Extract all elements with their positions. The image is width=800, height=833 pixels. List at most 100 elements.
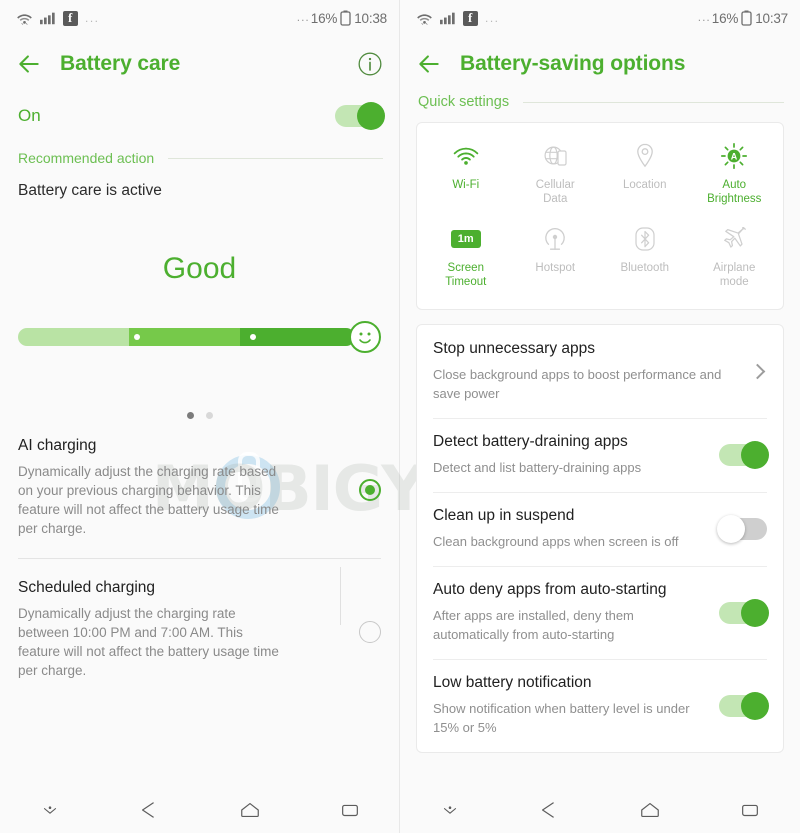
clock-label: 10:38 xyxy=(354,10,387,26)
quick-tile-cellular-data[interactable]: Cellular Data xyxy=(511,137,601,210)
toggle-thumb xyxy=(741,441,769,469)
battery-icon xyxy=(340,10,351,26)
navigation-bar-right xyxy=(400,787,800,833)
info-icon[interactable] xyxy=(357,51,383,77)
status-bar-right-cluster: ... 16% 10:38 xyxy=(294,10,387,27)
battery-health-rating: Good xyxy=(162,252,237,285)
auto-brightness-icon: A xyxy=(720,141,748,171)
bluetooth-icon xyxy=(633,224,657,254)
battery-care-status-text: Battery care is active xyxy=(18,182,162,199)
setting-detect-battery-draining-apps[interactable]: Detect battery-draining apps Detect and … xyxy=(417,418,783,492)
quick-tile-auto-brightness[interactable]: A Auto Brightness xyxy=(690,137,780,210)
back-icon[interactable] xyxy=(138,799,160,821)
toggle-thumb xyxy=(717,515,745,543)
quick-tile-label: Hotspot xyxy=(535,262,576,274)
chevron-right-icon[interactable] xyxy=(749,363,766,380)
setting-description: Show notification when battery level is … xyxy=(433,701,690,735)
quick-tile-hotspot[interactable]: Hotspot xyxy=(511,220,601,293)
setting-title: Stop unnecessary apps xyxy=(433,340,595,357)
page-title: Battery-saving options xyxy=(460,52,686,75)
setting-clean-up-in-suspend[interactable]: Clean up in suspend Clean background app… xyxy=(417,492,783,566)
hide-nav-icon[interactable] xyxy=(439,799,461,821)
clean-up-in-suspend-toggle[interactable] xyxy=(717,515,767,543)
ai-charging-radio[interactable] xyxy=(359,479,381,501)
quick-tile-airplane-mode[interactable]: Airplane mode xyxy=(690,220,780,293)
quick-tile-label: Bluetooth xyxy=(620,262,670,274)
recents-icon[interactable] xyxy=(739,799,761,821)
wifi-icon xyxy=(417,13,432,25)
toggle-thumb xyxy=(741,691,769,720)
app-bar-left: Battery care xyxy=(0,36,399,92)
setting-title: Auto deny apps from auto-starting xyxy=(433,581,667,598)
battery-percent-label: 16% xyxy=(711,10,739,26)
home-icon[interactable] xyxy=(238,799,262,821)
page-dot-inactive[interactable] xyxy=(205,412,213,419)
setting-text: Detect battery-draining apps Detect and … xyxy=(433,433,719,477)
quick-tile-label: Wi-Fi xyxy=(452,179,480,191)
battery-care-toggle[interactable] xyxy=(335,102,385,130)
setting-auto-deny-auto-starting[interactable]: Auto deny apps from auto-starting After … xyxy=(417,566,783,659)
option-vertical-divider xyxy=(340,567,341,625)
hotspot-icon xyxy=(542,224,568,254)
quick-tile-bluetooth[interactable]: Bluetooth xyxy=(600,220,690,293)
quick-settings-header: Quick settings xyxy=(400,92,800,110)
back-arrow-icon[interactable] xyxy=(416,51,442,77)
battery-care-screen: ... ... 16% 10:38 Battery care xyxy=(0,0,400,833)
screen-timeout-icon: 1m xyxy=(450,224,481,254)
auto-deny-toggle[interactable] xyxy=(719,598,769,627)
quick-tile-label: Auto Brightness xyxy=(707,179,762,205)
status-battery-prefix: ... xyxy=(697,9,711,24)
health-bar-segment-1 xyxy=(18,328,130,346)
section-rule xyxy=(523,101,784,103)
toggle-thumb xyxy=(741,598,769,627)
section-rule xyxy=(168,157,383,159)
setting-title: Clean up in suspend xyxy=(433,507,575,524)
low-battery-notification-toggle[interactable] xyxy=(719,691,769,720)
page-dot-active[interactable] xyxy=(186,412,194,419)
health-bar-segment-3 xyxy=(240,328,355,346)
detect-battery-draining-toggle[interactable] xyxy=(719,441,769,469)
quick-tile-location[interactable]: Location xyxy=(600,137,690,210)
page-title: Battery care xyxy=(60,52,181,75)
battery-health-bar xyxy=(18,321,381,353)
back-arrow-icon[interactable] xyxy=(16,51,42,77)
setting-title: Low battery notification xyxy=(433,674,592,691)
quick-settings-grid: Wi-Fi Cellular Data Location A Auto Brig… xyxy=(417,123,783,309)
quick-tile-screen-timeout[interactable]: 1m Screen Timeout xyxy=(421,220,511,293)
battery-icon xyxy=(741,10,752,26)
status-overflow-icon: ... xyxy=(85,11,100,25)
power-state-label: On xyxy=(18,106,41,125)
toggle-thumb xyxy=(357,102,385,130)
back-icon[interactable] xyxy=(538,799,560,821)
battery-care-power-row[interactable]: On xyxy=(0,92,399,136)
quick-settings-card: Wi-Fi Cellular Data Location A Auto Brig… xyxy=(416,122,784,310)
setting-stop-unnecessary-apps[interactable]: Stop unnecessary apps Close background a… xyxy=(417,325,783,418)
ai-charging-option[interactable]: AI charging Dynamically adjust the charg… xyxy=(0,419,399,538)
screen-timeout-badge: 1m xyxy=(450,230,481,248)
status-bar-right-icons: ... xyxy=(416,10,500,26)
recents-icon[interactable] xyxy=(339,799,361,821)
setting-text: Clean up in suspend Clean background app… xyxy=(433,507,719,551)
option-title: Scheduled charging xyxy=(18,579,156,596)
setting-title: Detect battery-draining apps xyxy=(433,433,628,450)
quick-tile-label: Screen Timeout xyxy=(445,262,487,288)
setting-low-battery-notification[interactable]: Low battery notification Show notificati… xyxy=(417,659,783,752)
ai-charging-text: AI charging Dynamically adjust the charg… xyxy=(18,437,288,538)
setting-description: Detect and list battery-draining apps xyxy=(433,460,642,475)
home-icon[interactable] xyxy=(638,799,662,821)
facebook-icon xyxy=(63,10,78,26)
setting-text: Auto deny apps from auto-starting After … xyxy=(433,581,719,644)
scheduled-charging-radio[interactable] xyxy=(359,621,381,643)
svg-text:A: A xyxy=(731,152,738,162)
health-bar-track xyxy=(18,328,355,346)
app-bar-right: Battery-saving options xyxy=(400,36,800,92)
status-bar-right-cluster: ... 16% 10:37 xyxy=(695,10,788,27)
quick-tile-wifi[interactable]: Wi-Fi xyxy=(421,137,511,210)
option-title: AI charging xyxy=(18,437,97,454)
hide-nav-icon[interactable] xyxy=(39,799,61,821)
scheduled-charging-option[interactable]: Scheduled charging Dynamically adjust th… xyxy=(0,559,399,680)
battery-percent-label: 16% xyxy=(310,10,338,26)
section-label: Recommended action xyxy=(18,150,155,166)
battery-saving-settings-list: Stop unnecessary apps Close background a… xyxy=(416,324,784,753)
status-bar-right: ... ... 16% 10:37 xyxy=(400,0,800,36)
